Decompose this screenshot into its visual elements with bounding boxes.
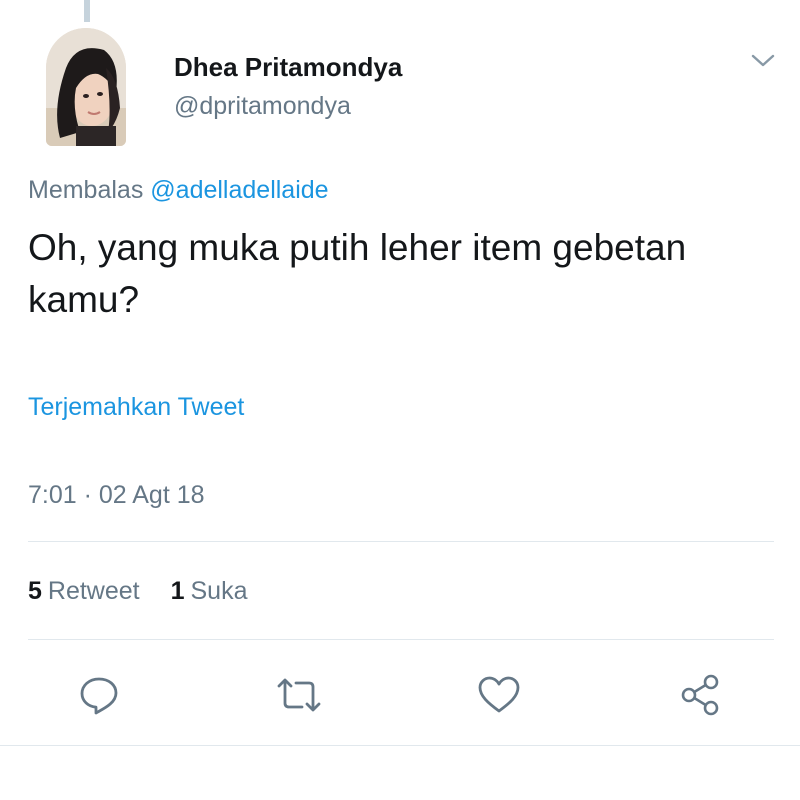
reply-button[interactable] [74, 670, 124, 720]
tweet-timestamp[interactable]: 7:01 · 02 Agt 18 [28, 481, 205, 510]
like-button[interactable] [474, 670, 524, 720]
tweet-text: Oh, yang muka putih leher item gebetan k… [28, 227, 687, 320]
thread-connector-line [84, 0, 90, 22]
retweet-stat[interactable]: 5 Retweet [28, 577, 140, 606]
author-handle[interactable]: @dpritamondya [174, 92, 351, 121]
like-stat-label: Suka [190, 577, 248, 605]
reply-mention-link[interactable]: @adelladellaide [150, 176, 328, 204]
avatar[interactable] [46, 28, 126, 146]
like-stat[interactable]: 1 Suka [171, 577, 248, 606]
divider [28, 541, 774, 542]
retweet-stat-label: Retweet [47, 577, 140, 605]
divider [0, 745, 800, 746]
divider [28, 639, 774, 640]
chevron-down-icon[interactable] [748, 48, 778, 72]
avatar-image [46, 28, 126, 146]
tweet-detail: Dhea Pritamondya @dpritamondya Membalas … [0, 0, 800, 800]
retweet-button[interactable] [274, 670, 324, 720]
author-display-name[interactable]: Dhea Pritamondya [174, 52, 402, 83]
translate-tweet-link[interactable]: Terjemahkan Tweet [28, 393, 244, 422]
retweet-count: 5 [28, 577, 42, 605]
reply-icon [80, 677, 118, 715]
retweet-icon [277, 678, 321, 712]
heart-icon [478, 676, 520, 713]
share-icon [681, 674, 719, 716]
like-count: 1 [170, 577, 185, 605]
reply-context: Membalas @adelladellaide [28, 176, 329, 205]
tweet-stats: 5 Retweet 1 Suka [28, 577, 271, 606]
share-button[interactable] [676, 670, 726, 720]
reply-prefix: Membalas [28, 176, 144, 204]
